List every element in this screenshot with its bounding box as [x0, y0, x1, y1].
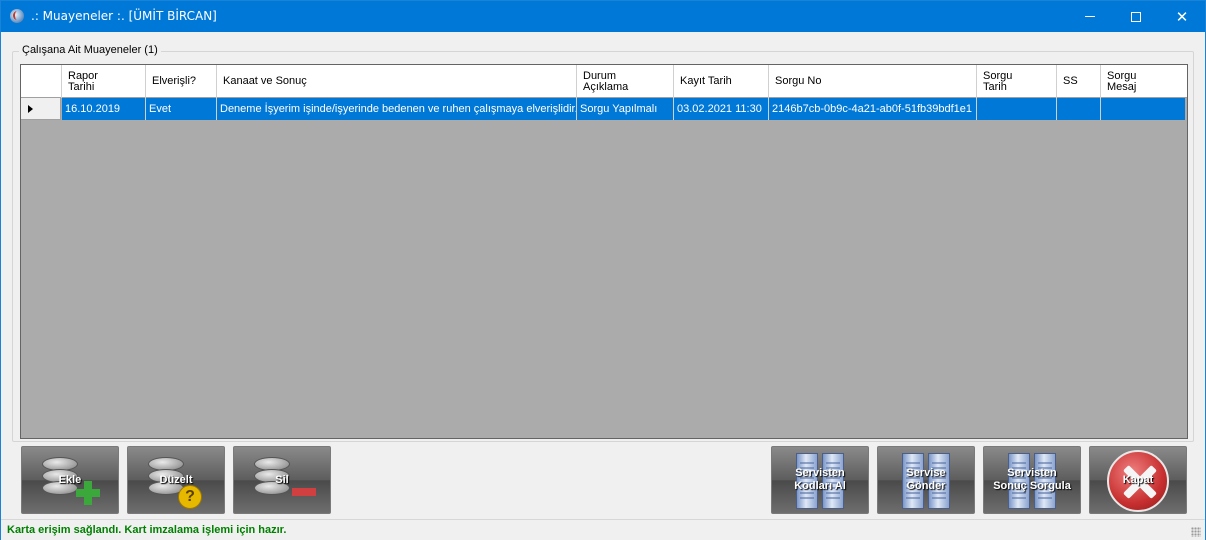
- cell-record-date[interactable]: 03.02.2021 11:30: [674, 98, 769, 120]
- edit-button[interactable]: ? Düzelt: [127, 446, 225, 514]
- cell-ss[interactable]: [1057, 98, 1101, 120]
- send-button[interactable]: Servise Gönder: [877, 446, 975, 514]
- main-window: .: Muayeneler :. [ÜMİT BİRCAN] ✕ Çalışan…: [0, 0, 1206, 540]
- column-header-eligible[interactable]: Elverişli?: [146, 65, 217, 98]
- delete-button[interactable]: Sil: [233, 446, 331, 514]
- delete-button-label: Sil: [275, 473, 289, 486]
- maximize-button[interactable]: [1113, 1, 1159, 32]
- close-window-button[interactable]: ✕: [1159, 1, 1205, 32]
- edit-button-label: Düzelt: [159, 473, 193, 486]
- close-icon: ✕: [1175, 7, 1189, 26]
- status-bar: Karta erişim sağlandı. Kart imzalama işl…: [1, 519, 1205, 540]
- fetch-codes-button[interactable]: Servisten Kodları Al: [771, 446, 869, 514]
- add-button[interactable]: Ekle: [21, 446, 119, 514]
- column-header-status[interactable]: Durum Açıklama: [577, 65, 674, 98]
- cell-query-no[interactable]: 2146b7cb-0b9c-4a21-ab0f-51fb39bdf1e1: [769, 98, 977, 120]
- cell-query-message[interactable]: [1101, 98, 1185, 120]
- status-text: Karta erişim sağlandı. Kart imzalama işl…: [7, 524, 287, 536]
- close-button[interactable]: Kapat: [1089, 446, 1187, 514]
- current-row-indicator-icon: [28, 105, 33, 113]
- minimize-button[interactable]: [1067, 1, 1113, 32]
- resize-grip-icon[interactable]: [1191, 527, 1201, 537]
- inspections-grid[interactable]: Rapor Tarihi Elverişli? Kanaat ve Sonuç …: [20, 64, 1188, 439]
- send-button-label: Servise Gönder: [906, 467, 946, 492]
- header-row-selector: [21, 65, 62, 98]
- app-icon: [10, 9, 24, 23]
- row-selector[interactable]: [21, 98, 61, 120]
- fetch-codes-button-label: Servisten Kodları Al: [794, 467, 846, 492]
- group-title: Çalışana Ait Muayeneler (1): [19, 44, 161, 56]
- query-result-button-label: Servisten Sonuç Sorgula: [993, 467, 1071, 492]
- cell-status[interactable]: Sorgu Yapılmalı: [577, 98, 674, 120]
- minimize-icon: [1085, 16, 1095, 17]
- cell-opinion[interactable]: Deneme İşyerim işinde/işyerinde bedenen …: [217, 98, 577, 120]
- column-header-record-date[interactable]: Kayıt Tarih: [674, 65, 769, 98]
- column-header-opinion[interactable]: Kanaat ve Sonuç: [217, 65, 577, 98]
- column-header-query-message[interactable]: Sorgu Mesaj: [1101, 65, 1185, 98]
- query-result-button[interactable]: Servisten Sonuç Sorgula: [983, 446, 1081, 514]
- cell-query-date[interactable]: [977, 98, 1057, 120]
- column-header-ss[interactable]: SS: [1057, 65, 1101, 98]
- column-header-query-no[interactable]: Sorgu No: [769, 65, 977, 98]
- cell-eligible[interactable]: Evet: [146, 98, 217, 120]
- column-header-query-date[interactable]: Sorgu Tarih: [977, 65, 1057, 98]
- maximize-icon: [1131, 11, 1141, 22]
- table-row[interactable]: 16.10.2019 Evet Deneme İşyerim işinde/iş…: [21, 98, 1187, 120]
- grid-header: Rapor Tarihi Elverişli? Kanaat ve Sonuç …: [21, 65, 1187, 98]
- window-title: .: Muayeneler :. [ÜMİT BİRCAN]: [31, 9, 217, 23]
- title-bar[interactable]: .: Muayeneler :. [ÜMİT BİRCAN] ✕: [1, 1, 1205, 32]
- column-header-report-date[interactable]: Rapor Tarihi: [62, 65, 146, 98]
- add-button-label: Ekle: [58, 473, 82, 486]
- cell-report-date[interactable]: 16.10.2019: [62, 98, 146, 120]
- close-button-label: Kapat: [1122, 473, 1154, 486]
